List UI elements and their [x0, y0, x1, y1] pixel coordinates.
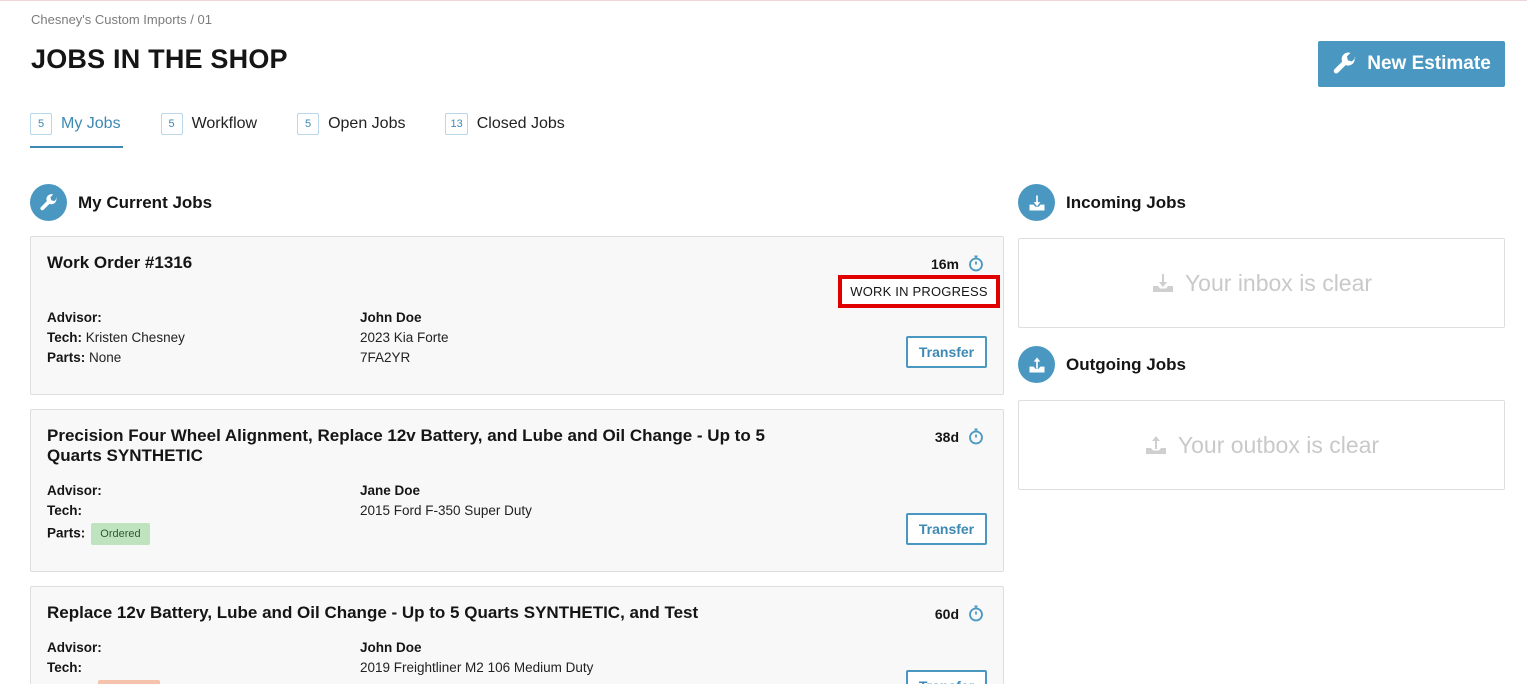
parts-label: Parts: [47, 525, 86, 541]
tab-count: 5 [30, 113, 52, 135]
download-icon [1152, 274, 1173, 292]
inbox-panel: Your inbox is clear [1018, 238, 1505, 328]
jobs-tabs: 5 My Jobs 5 Workflow 5 Open Jobs 13 Clos… [30, 112, 605, 148]
new-estimate-button[interactable]: New Estimate [1318, 41, 1505, 87]
job-details: Advisor: Tech: Kristen Chesney Parts: No… [47, 308, 185, 368]
tab-count: 13 [445, 113, 468, 135]
vehicle-name: 2015 Ford F-350 Super Duty [360, 503, 532, 518]
tab-count: 5 [297, 113, 320, 135]
parts-status-badge: Ordered [91, 523, 150, 545]
parts-label: Parts: [47, 350, 86, 365]
section-title: My Current Jobs [78, 192, 213, 212]
job-title[interactable]: Precision Four Wheel Alignment, Replace … [47, 426, 767, 466]
advisor-label: Advisor: [47, 640, 102, 655]
page-title: JOBS IN THE SHOP [31, 44, 288, 74]
elapsed-value: 60d [934, 605, 959, 622]
elapsed-value: 16m [930, 255, 959, 272]
current-jobs-header: My Current Jobs [30, 184, 212, 221]
transfer-button[interactable]: Transfer [906, 336, 987, 368]
license-plate: 7FA2YR [360, 350, 411, 365]
status-badge: WORK IN PROGRESS [838, 275, 1000, 308]
tab-workflow[interactable]: 5 Workflow [160, 112, 258, 136]
tab-open-jobs[interactable]: 5 Open Jobs [297, 112, 405, 136]
section-title: Incoming Jobs [1066, 192, 1186, 212]
stopwatch-icon [969, 428, 983, 445]
transfer-button[interactable]: Transfer [906, 670, 987, 684]
top-rule [0, 0, 1527, 1]
download-icon [1018, 184, 1055, 221]
job-card[interactable]: Work Order #1316 16m WORK IN PROGRESS Ad… [30, 236, 1004, 395]
elapsed-time: 16m [931, 255, 984, 272]
outbox-panel: Your outbox is clear [1018, 400, 1505, 490]
tab-count: 5 [160, 113, 183, 135]
customer-name: John Doe [360, 310, 422, 325]
tab-label: Open Jobs [328, 115, 406, 132]
vehicle-details: Jane Doe 2015 Ford F-350 Super Duty [360, 481, 532, 521]
job-title[interactable]: Work Order #1316 [47, 253, 767, 273]
job-details: Advisor: Tech: [47, 638, 160, 684]
inbox-empty-text: Your inbox is clear [1184, 269, 1373, 296]
upload-icon [1145, 436, 1166, 454]
vehicle-name: 2019 Freightliner M2 106 Medium Duty [360, 660, 594, 675]
transfer-button[interactable]: Transfer [906, 513, 987, 545]
tech-label: Tech: [47, 660, 83, 675]
stopwatch-icon [969, 605, 983, 622]
tech-value: Kristen Chesney [85, 330, 185, 345]
elapsed-time: 60d [935, 605, 984, 622]
job-card[interactable]: Precision Four Wheel Alignment, Replace … [30, 409, 1004, 572]
parts-value: None [89, 350, 122, 365]
section-title: Outgoing Jobs [1066, 354, 1186, 374]
tab-closed-jobs[interactable]: 13 Closed Jobs [445, 112, 565, 136]
wrench-icon [30, 184, 67, 221]
stopwatch-icon [969, 255, 983, 272]
vehicle-details: John Doe 2023 Kia Forte 7FA2YR [360, 308, 449, 368]
tab-my-jobs[interactable]: 5 My Jobs [30, 112, 121, 136]
elapsed-time: 38d [935, 428, 984, 445]
tab-label: Closed Jobs [476, 115, 565, 132]
tech-label: Tech: [47, 503, 83, 518]
tab-label: Workflow [191, 115, 258, 132]
incoming-jobs-header: Incoming Jobs [1018, 184, 1186, 221]
outbox-empty-text: Your outbox is clear [1177, 431, 1380, 458]
upload-icon [1018, 346, 1055, 383]
new-estimate-label: New Estimate [1367, 53, 1491, 74]
vehicle-name: 2023 Kia Forte [360, 330, 449, 345]
advisor-label: Advisor: [47, 310, 102, 325]
advisor-label: Advisor: [47, 483, 102, 498]
tab-label: My Jobs [61, 115, 121, 132]
job-card[interactable]: Replace 12v Battery, Lube and Oil Change… [30, 586, 1004, 684]
elapsed-value: 38d [934, 428, 959, 445]
customer-name: John Doe [360, 640, 422, 655]
tech-label: Tech: [47, 330, 83, 345]
job-title[interactable]: Replace 12v Battery, Lube and Oil Change… [47, 603, 947, 623]
breadcrumb[interactable]: Chesney's Custom Imports / 01 [31, 12, 212, 27]
parts-status-badge [98, 680, 160, 684]
wrench-icon [1333, 52, 1356, 74]
job-details: Advisor: Tech: Parts: Ordered [47, 481, 150, 545]
active-tab-indicator [30, 146, 123, 148]
vehicle-details: John Doe 2019 Freightliner M2 106 Medium… [360, 638, 593, 678]
outgoing-jobs-header: Outgoing Jobs [1018, 346, 1186, 383]
customer-name: Jane Doe [360, 483, 421, 498]
